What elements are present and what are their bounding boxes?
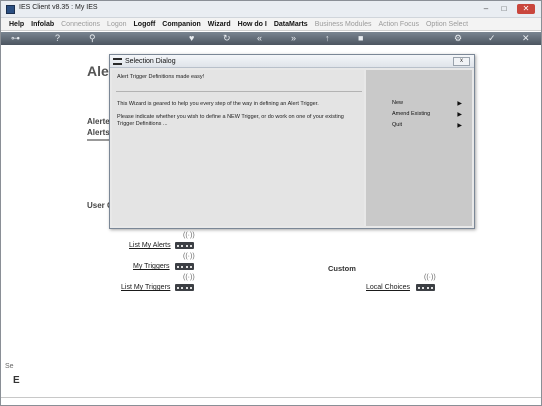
menu-business-modules[interactable]: Business Modules	[315, 21, 372, 28]
menu-companion[interactable]: Companion	[162, 21, 201, 28]
dialog-divider	[116, 91, 362, 92]
option-new[interactable]: New ▶	[392, 100, 462, 107]
search-icon[interactable]: ⚲	[89, 33, 96, 44]
menu-how-do-i[interactable]: How do I	[238, 21, 267, 28]
dialog-content: Alert Trigger Definitions made easy! Thi…	[112, 70, 364, 226]
wifi-icon: ((·))	[183, 253, 195, 260]
local-choices-link[interactable]: Local Choices	[366, 284, 410, 291]
option-amend-existing[interactable]: Amend Existing ▶	[392, 111, 462, 118]
back-icon[interactable]: «	[257, 33, 262, 44]
wifi-icon: ((·))	[424, 274, 436, 281]
chevron-right-icon: ▶	[457, 112, 462, 118]
dialog-options-panel: New ▶ Amend Existing ▶ Quit ▶	[366, 70, 472, 226]
selection-dialog: Selection Dialog x Alert Trigger Definit…	[109, 54, 475, 229]
maximize-icon[interactable]: □	[499, 4, 509, 14]
menu-help[interactable]: Help	[9, 21, 24, 28]
chevron-right-icon: ▶	[457, 123, 462, 129]
keyboard-icon[interactable]	[416, 284, 435, 291]
menu-logon[interactable]: Logon	[107, 21, 126, 28]
menu-logoff[interactable]: Logoff	[134, 21, 156, 28]
check-icon[interactable]: ✓	[488, 33, 496, 44]
my-triggers-link[interactable]: My Triggers	[133, 263, 170, 270]
option-new-label: New	[392, 100, 404, 106]
menu-option-select[interactable]: Option Select	[426, 21, 468, 28]
window-title: IES Client v8.35 : My IES	[19, 4, 98, 11]
help-icon[interactable]: ?	[55, 33, 60, 44]
dialog-instruction-text: Please indicate whether you wish to defi…	[117, 114, 344, 127]
menu-infolab[interactable]: Infolab	[31, 21, 54, 28]
settings-icon[interactable]: ⚙	[454, 33, 462, 44]
dialog-heading: Alert Trigger Definitions made easy!	[117, 74, 205, 80]
status-divider	[1, 397, 541, 398]
keyboard-icon[interactable]	[175, 242, 194, 249]
keyboard-icon[interactable]	[175, 284, 194, 291]
upload-icon[interactable]: ↑	[325, 33, 330, 44]
option-quit-label: Quit	[392, 122, 403, 128]
chevron-right-icon: ▶	[457, 101, 462, 107]
heart-icon[interactable]: ♥	[189, 33, 194, 44]
alerts-label: Alerts	[87, 128, 110, 137]
close-window-icon[interactable]: ✕	[517, 4, 535, 14]
menu-action-focus[interactable]: Action Focus	[379, 21, 419, 28]
toolbar: ⊶ ? ⚲ ♥ ↻ « » ↑ ■ ⚙ ✓ ✕	[1, 32, 541, 45]
app-window: IES Client v8.35 : My IES – □ ✕ Help Inf…	[0, 0, 542, 406]
menu-datamarts[interactable]: DataMarts	[274, 21, 308, 28]
minimize-icon[interactable]: –	[481, 4, 491, 14]
list-my-alerts-link[interactable]: List My Alerts	[129, 242, 171, 249]
window-controls: – □ ✕	[481, 4, 535, 14]
key-icon[interactable]: ⊶	[11, 33, 20, 44]
close-icon[interactable]: ✕	[522, 33, 530, 44]
title-bar: IES Client v8.35 : My IES – □ ✕	[1, 1, 541, 18]
side-stub-label: Se	[5, 363, 14, 370]
custom-label: Custom	[328, 264, 356, 273]
option-amend-existing-label: Amend Existing	[392, 111, 431, 117]
side-stub-value: E	[13, 375, 20, 386]
dialog-intro-text: This Wizard is geared to help you every …	[117, 101, 319, 107]
menu-bar: Help Infolab Connections Logon Logoff Co…	[1, 18, 541, 31]
wifi-icon: ((·))	[183, 232, 195, 239]
dialog-close-button[interactable]: x	[453, 57, 470, 66]
list-my-triggers-link[interactable]: List My Triggers	[121, 284, 170, 291]
refresh-icon[interactable]: ↻	[223, 33, 231, 44]
divider	[87, 139, 109, 141]
dialog-title-bar: Selection Dialog x	[110, 55, 474, 68]
dialog-icon	[113, 58, 122, 65]
wifi-icon: ((·))	[183, 274, 195, 281]
app-icon	[6, 5, 15, 14]
dialog-title: Selection Dialog	[125, 58, 176, 65]
keyboard-icon[interactable]	[175, 263, 194, 270]
menu-connections[interactable]: Connections	[61, 21, 100, 28]
menu-wizard[interactable]: Wizard	[208, 21, 231, 28]
stop-icon[interactable]: ■	[358, 33, 363, 44]
forward-icon[interactable]: »	[291, 33, 296, 44]
option-quit[interactable]: Quit ▶	[392, 122, 462, 129]
